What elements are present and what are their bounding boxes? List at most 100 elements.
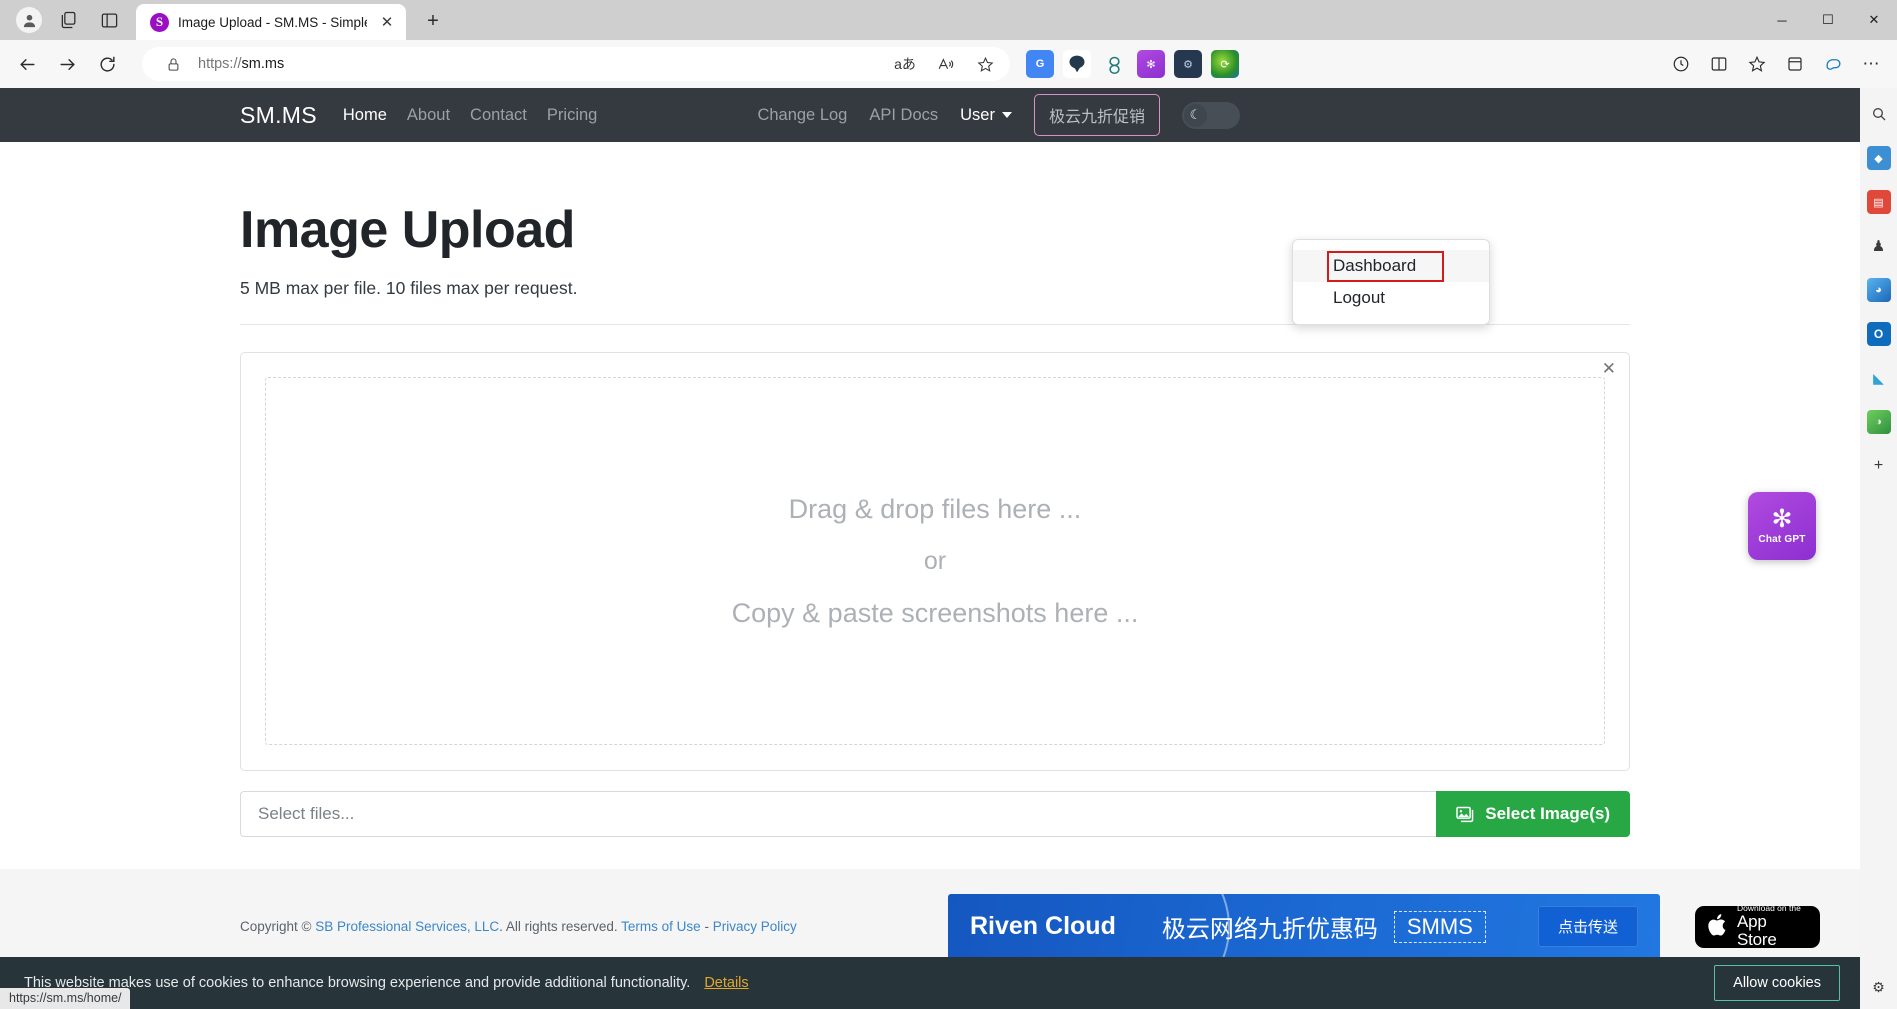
game-extension-icon[interactable]: ⚙: [1174, 50, 1202, 78]
moon-icon: ☾: [1184, 103, 1207, 127]
cookie-consent-bar: This website makes use of cookies to enh…: [0, 957, 1860, 1009]
browser-side-rail: ◆ ▤ ♟ ◕ O ◣ ◑ + ⚙: [1860, 88, 1897, 1009]
forward-button[interactable]: [48, 46, 86, 82]
file-path-input[interactable]: [240, 791, 1437, 837]
cookie-details-link[interactable]: Details: [704, 975, 748, 991]
upload-card: ✕ Drag & drop files here ... or Copy & p…: [240, 352, 1630, 771]
openai-extension-icon[interactable]: [1100, 50, 1128, 78]
promo-button[interactable]: 极云九折促销: [1033, 94, 1160, 136]
user-menu-logout-label: Logout: [1333, 288, 1385, 307]
image-icon: [1456, 805, 1476, 823]
user-menu-item-dashboard[interactable]: Dashboard: [1293, 250, 1489, 282]
profile-avatar-button[interactable]: [10, 3, 48, 37]
copilot-sidebar-icon[interactable]: ◆: [1866, 146, 1891, 170]
browser-toolbar: https://sm.ms aあ G ✻ ⚙ ⟳ ⋯: [0, 40, 1897, 88]
terms-of-use-link[interactable]: Terms of Use: [621, 919, 701, 934]
user-menu-dashboard-label: Dashboard: [1333, 256, 1417, 275]
close-icon[interactable]: ✕: [1602, 360, 1616, 377]
shopping-icon[interactable]: ▤: [1866, 190, 1891, 214]
allow-cookies-button[interactable]: Allow cookies: [1714, 965, 1840, 1001]
read-aloud-icon[interactable]: [930, 50, 960, 78]
tab-title: Image Upload - SM.MS - Simple: [178, 14, 367, 30]
extension-icons: G ✻ ⚙ ⟳: [1026, 50, 1239, 78]
nav-link-api-docs[interactable]: API Docs: [869, 106, 938, 125]
back-button[interactable]: [8, 46, 46, 82]
lock-icon: [158, 50, 188, 78]
collections-icon[interactable]: [1777, 46, 1813, 82]
address-bar[interactable]: https://sm.ms aあ: [142, 47, 1010, 81]
google-translate-extension-icon[interactable]: G: [1026, 50, 1054, 78]
chatgpt-extension-icon[interactable]: ✻: [1137, 50, 1165, 78]
user-dropdown-menu: Dashboard Logout: [1292, 239, 1490, 325]
window-minimize-button[interactable]: ─: [1759, 0, 1805, 40]
nav-link-about[interactable]: About: [407, 106, 450, 125]
reload-button[interactable]: [88, 46, 126, 82]
copyright-prefix: Copyright: [240, 919, 298, 934]
rights-text: . All rights reserved.: [499, 919, 622, 934]
company-link[interactable]: SB Professional Services, LLC: [315, 919, 499, 934]
tab-close-icon[interactable]: ✕: [376, 11, 398, 33]
sider-extension-icon[interactable]: [1063, 50, 1091, 78]
idm-extension-icon[interactable]: ⟳: [1211, 50, 1239, 78]
window-controls: ─ ☐ ✕: [1759, 0, 1897, 40]
dropzone-or: or: [923, 546, 947, 575]
page-viewport: SM.MS Home About Contact Pricing Change …: [0, 88, 1897, 1009]
outlook-icon[interactable]: O: [1866, 322, 1891, 346]
browser-essentials-icon[interactable]: [1663, 46, 1699, 82]
nav-link-pricing[interactable]: Pricing: [547, 106, 597, 125]
new-tab-button[interactable]: +: [416, 5, 450, 37]
favorite-star-icon[interactable]: [970, 50, 1000, 78]
chatgpt-widget-label: Chat GPT: [1758, 534, 1806, 545]
add-sidebar-icon[interactable]: +: [1867, 454, 1891, 478]
copilot-icon[interactable]: [1815, 46, 1851, 82]
settings-more-icon[interactable]: ⋯: [1853, 46, 1889, 82]
navbar-right-group: Change Log API Docs User 极云九折促销 ☾: [757, 94, 1860, 136]
site-navbar: SM.MS Home About Contact Pricing Change …: [0, 88, 1860, 142]
ad-coupon-code: SMMS: [1393, 910, 1486, 943]
browser-chrome: S Image Upload - SM.MS - Simple ✕ + ─ ☐ …: [0, 0, 1897, 88]
main-content: Image Upload 5 MB max per file. 10 files…: [0, 200, 1860, 837]
ad-brand-label: Riven Cloud: [970, 912, 1116, 940]
browser-tab[interactable]: S Image Upload - SM.MS - Simple ✕: [136, 4, 406, 40]
translate-icon[interactable]: aあ: [890, 50, 920, 78]
chatgpt-icon: ✻: [1771, 505, 1793, 533]
url-host: sm.ms: [241, 56, 285, 72]
dark-mode-toggle[interactable]: ☾: [1182, 101, 1240, 129]
tools-icon[interactable]: ♟: [1867, 234, 1891, 258]
app-store-badge[interactable]: Download on the App Store: [1695, 904, 1820, 949]
app-store-text: Download on the App Store: [1737, 904, 1808, 949]
window-maximize-button[interactable]: ☐: [1805, 0, 1851, 40]
favorites-icon[interactable]: [1739, 46, 1775, 82]
nav-link-contact[interactable]: Contact: [470, 106, 527, 125]
url-scheme: https://: [198, 56, 242, 72]
file-dropzone[interactable]: Drag & drop files here ... or Copy & pas…: [265, 377, 1605, 745]
select-images-label: Select Image(s): [1485, 804, 1610, 823]
site-brand[interactable]: SM.MS: [240, 102, 317, 129]
chevron-down-icon: [1001, 112, 1012, 118]
user-menu-item-logout[interactable]: Logout: [1293, 282, 1489, 314]
tab-actions-icon[interactable]: [50, 3, 88, 37]
riven-cloud-ad-banner[interactable]: Riven Cloud 极云网络九折优惠码 SMMS 点击传送: [948, 893, 1660, 960]
apple-icon: [1707, 912, 1729, 938]
games-icon[interactable]: ◕: [1866, 278, 1891, 302]
nav-link-home[interactable]: Home: [343, 106, 387, 125]
window-close-button[interactable]: ✕: [1851, 0, 1897, 40]
split-pane-icon[interactable]: [90, 3, 128, 37]
select-images-button[interactable]: Select Image(s): [1436, 791, 1630, 837]
nav-link-change-log[interactable]: Change Log: [757, 106, 847, 125]
rail-settings-icon[interactable]: ⚙: [1867, 975, 1891, 999]
file-select-bar: Select Image(s): [240, 791, 1630, 837]
drop-icon[interactable]: ◣: [1867, 366, 1891, 390]
toolbar-right-icons: ⋯: [1663, 46, 1889, 82]
chatgpt-floating-widget[interactable]: ✻ Chat GPT: [1748, 492, 1816, 560]
split-screen-icon[interactable]: [1701, 46, 1737, 82]
tab-favicon-icon: S: [150, 12, 169, 32]
ad-cta-button[interactable]: 点击传送: [1537, 906, 1638, 947]
privacy-policy-link[interactable]: Privacy Policy: [713, 919, 797, 934]
browser-essentials-rail-icon[interactable]: ◑: [1866, 410, 1891, 434]
copyright-symbol: ©: [301, 919, 312, 934]
search-icon[interactable]: [1867, 102, 1891, 126]
link-status-bubble: https://sm.ms/home/: [0, 988, 130, 1009]
user-dropdown-toggle[interactable]: User: [960, 106, 1012, 125]
tab-strip: S Image Upload - SM.MS - Simple ✕ + ─ ☐ …: [0, 0, 1897, 40]
